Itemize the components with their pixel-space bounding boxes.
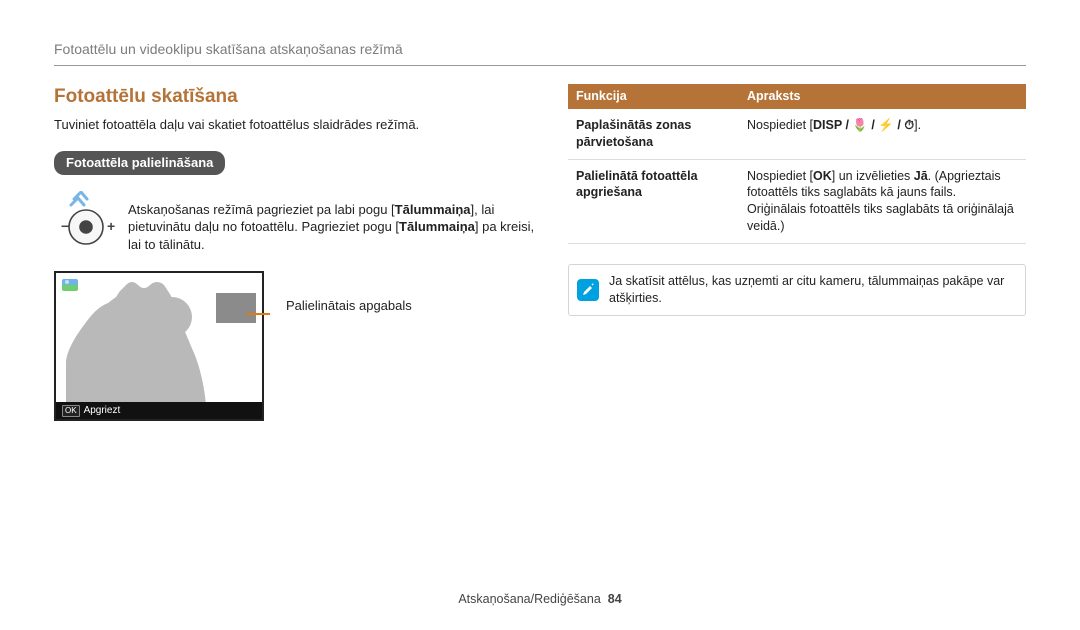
disp-flower-flash-timer-keys: DISP / 🌷 / ⚡ / ⏱: [813, 118, 914, 132]
section-title: Fotoattēlu skatīšana: [54, 84, 536, 110]
th-description: Apraksts: [739, 84, 1026, 109]
callout-connector: [246, 313, 270, 315]
zoom-dial-icon: − +: [54, 189, 118, 254]
table-header: Funkcija Apraksts: [568, 84, 1026, 109]
info-note-text: Ja skatīsit attēlus, kas uzņemti ar citu…: [609, 273, 1015, 307]
row-desc-move: Nospiediet [DISP / 🌷 / ⚡ / ⏱].: [739, 109, 1026, 159]
preview-bottom-bar: OK Apgriezt: [56, 402, 262, 419]
function-table: Funkcija Apraksts Paplašinātās zonas pār…: [568, 84, 1026, 244]
page-breadcrumb: Fotoattēlu un videoklipu skatīšana atska…: [54, 40, 1026, 59]
table-row: Paplašinātās zonas pārvietošana Nospiedi…: [568, 109, 1026, 159]
svg-text:+: +: [107, 218, 115, 234]
info-note: Ja skatīsit attēlus, kas uzņemti ar citu…: [568, 264, 1026, 316]
left-column: Fotoattēlu skatīšana Tuviniet fotoattēla…: [54, 84, 536, 421]
th-function: Funkcija: [568, 84, 739, 109]
row-desc-crop: Nospiediet [OK] un izvēlieties Jā. (Apgr…: [739, 159, 1026, 244]
zoom-dial-svg: − +: [54, 191, 118, 249]
ok-badge-icon: OK: [62, 405, 80, 417]
footer-page-number: 84: [608, 592, 622, 606]
two-column-layout: Fotoattēlu skatīšana Tuviniet fotoattēla…: [54, 84, 1026, 421]
right-column: Funkcija Apraksts Paplašinātās zonas pār…: [568, 84, 1026, 421]
ok-key: OK: [813, 169, 832, 183]
header-divider: [54, 65, 1026, 66]
preview-frame: OK Apgriezt: [54, 271, 264, 421]
pencil-icon: [577, 279, 599, 301]
row-label-move: Paplašinātās zonas pārvietošana: [568, 109, 739, 159]
svg-text:−: −: [61, 218, 69, 234]
preview-block: OK Apgriezt Palielinātais apgabals: [54, 271, 536, 421]
zoom-instruction-block: − + Atskaņošanas režīmā pagrieziet pa la…: [54, 189, 536, 254]
table-row: Palielinātā fotoattēla apgriešana Nospie…: [568, 159, 1026, 244]
page-footer: Atskaņošana/Rediģēšana 84: [0, 591, 1080, 608]
zoom-instruction-text: Atskaņošanas režīmā pagrieziet pa labi p…: [128, 189, 536, 254]
subsection-pill: Fotoattēla palielināšana: [54, 151, 225, 175]
section-lead: Tuviniet fotoattēla daļu vai skatiet fot…: [54, 116, 536, 134]
page: Fotoattēlu un videoklipu skatīšana atska…: [0, 0, 1080, 630]
callout-label: Palielinātais apgabals: [286, 297, 412, 315]
silhouette-illustration: [56, 273, 262, 419]
row-label-crop: Palielinātā fotoattēla apgriešana: [568, 159, 739, 244]
footer-section-label: Atskaņošana/Rediģēšana: [458, 592, 600, 606]
preview-bar-label: Apgriezt: [84, 404, 121, 418]
